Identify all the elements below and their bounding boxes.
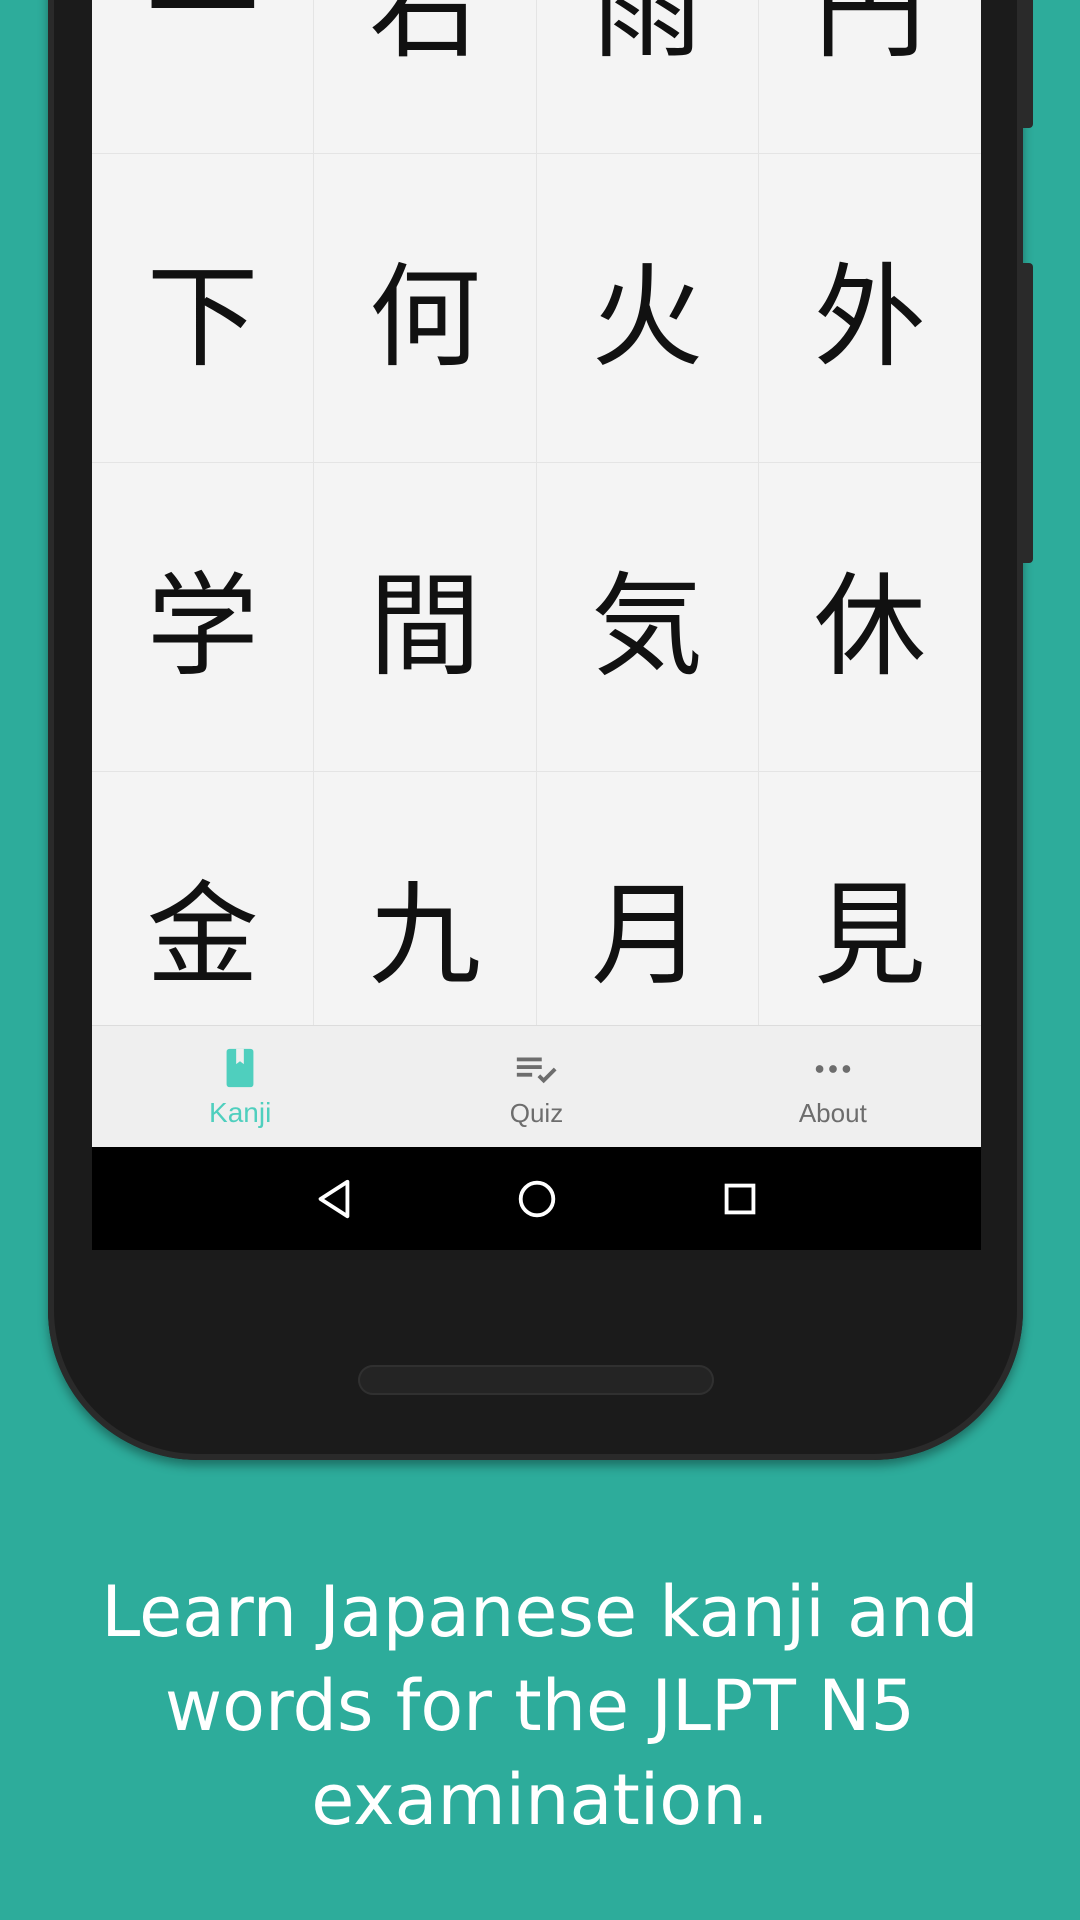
nav-item-quiz[interactable]: Quiz xyxy=(388,1026,684,1148)
kanji-cell[interactable]: 火 xyxy=(536,154,759,463)
volume-button xyxy=(1023,0,1033,128)
phone-speaker xyxy=(358,1365,714,1395)
app-screen: 一 右 雨 円 下 何 火 外 学 間 気 休 金 九 月 見 Kanji Qu… xyxy=(92,0,981,1250)
more-dots-icon xyxy=(815,1064,851,1073)
kanji-cell[interactable]: 円 xyxy=(758,0,981,154)
book-icon xyxy=(226,1048,254,1088)
kanji-cell[interactable]: 一 xyxy=(92,0,315,154)
nav-label-kanji: Kanji xyxy=(209,1097,272,1128)
kanji-cell[interactable]: 右 xyxy=(314,0,537,154)
power-button xyxy=(1023,263,1033,563)
kanji-cell[interactable]: 休 xyxy=(758,463,981,772)
kanji-cell[interactable]: 学 xyxy=(92,463,315,772)
back-triangle-icon[interactable] xyxy=(311,1176,357,1222)
quiz-checklist-icon xyxy=(517,1057,558,1083)
nav-label-quiz: Quiz xyxy=(509,1097,564,1128)
bottom-navigation: Kanji Quiz About xyxy=(92,1025,981,1148)
kanji-cell[interactable]: 間 xyxy=(314,463,537,772)
kanji-cell[interactable]: 下 xyxy=(92,154,315,463)
nav-item-about[interactable]: About xyxy=(685,1026,981,1148)
system-navigation-bar xyxy=(92,1147,981,1250)
screenshot-page: 一 右 雨 円 下 何 火 外 学 間 気 休 金 九 月 見 Kanji Qu… xyxy=(0,0,1080,1920)
kanji-cell[interactable]: 何 xyxy=(314,154,537,463)
kanji-cell[interactable]: 気 xyxy=(536,463,759,772)
recents-square-icon[interactable] xyxy=(717,1176,763,1222)
nav-label-about: About xyxy=(798,1097,867,1128)
nav-item-kanji[interactable]: Kanji xyxy=(92,1026,388,1148)
kanji-grid: 一 右 雨 円 下 何 火 外 学 間 気 休 金 九 月 見 xyxy=(92,0,981,1081)
promo-caption: Learn Japanese kanji and words for the J… xyxy=(101,1571,979,1841)
kanji-cell[interactable]: 外 xyxy=(758,154,981,463)
home-circle-icon[interactable] xyxy=(514,1176,560,1222)
kanji-cell[interactable]: 雨 xyxy=(536,0,759,154)
